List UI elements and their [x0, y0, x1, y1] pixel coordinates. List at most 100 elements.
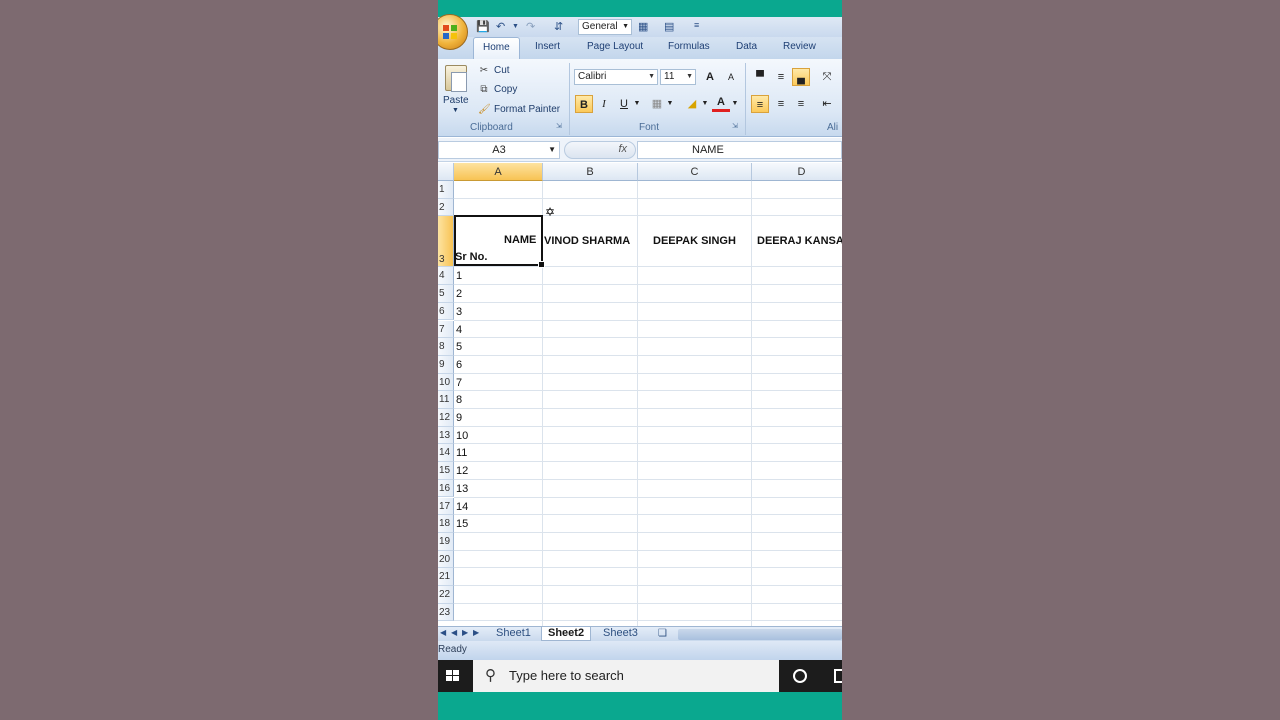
- cell-serial[interactable]: 7: [456, 377, 462, 389]
- cell-serial[interactable]: 14: [456, 501, 468, 513]
- cell-serial[interactable]: 5: [456, 341, 462, 353]
- font-color-dropdown-icon[interactable]: ▼: [731, 95, 739, 113]
- fill-color-icon[interactable]: ◢: [683, 95, 701, 113]
- cell-serial[interactable]: 2: [456, 288, 462, 300]
- worksheet-grid[interactable]: A B C D 1 2 3 4 5 6 7 8 9 10 11 12 13 14 15 16 17 18 19 20 2…: [438, 163, 842, 626]
- customize-qat-icon[interactable]: ≡: [694, 20, 699, 30]
- row-header-18[interactable]: 18: [438, 515, 454, 533]
- row-header-17[interactable]: 17: [438, 497, 454, 516]
- cell-serial[interactable]: 8: [456, 394, 462, 406]
- formula-input[interactable]: NAME: [637, 141, 842, 159]
- italic-button[interactable]: I: [595, 95, 613, 113]
- row-header-7[interactable]: 7: [438, 320, 454, 339]
- sort-icon[interactable]: ⇵: [554, 20, 563, 33]
- column-header-c[interactable]: C: [638, 163, 752, 181]
- bold-button[interactable]: B: [575, 95, 593, 113]
- undo-icon[interactable]: ↶: [496, 20, 505, 33]
- row-header-2[interactable]: 2: [438, 198, 454, 217]
- next-sheet-icon[interactable]: ▶: [462, 628, 468, 637]
- paste-button[interactable]: Paste: [443, 95, 469, 106]
- tab-page-layout[interactable]: Page Layout: [587, 41, 643, 52]
- row-header-23[interactable]: 23: [438, 603, 454, 622]
- align-bottom-icon[interactable]: ▄: [792, 68, 810, 86]
- insert-sheet-icon[interactable]: ❏: [652, 627, 673, 641]
- align-right-icon[interactable]: ≡: [792, 95, 810, 113]
- start-button[interactable]: [438, 660, 468, 692]
- row-header-11[interactable]: 11: [438, 391, 454, 409]
- save-icon[interactable]: 💾: [476, 20, 490, 33]
- borders-dropdown-icon[interactable]: ▼: [666, 95, 674, 113]
- sheet-tab-sheet3[interactable]: Sheet3: [597, 627, 644, 641]
- align-center-icon[interactable]: ≡: [772, 95, 790, 113]
- sheet-tab-sheet2[interactable]: Sheet2: [541, 627, 592, 641]
- row-header-1[interactable]: 1: [438, 181, 454, 199]
- redo-icon[interactable]: ↷: [526, 20, 535, 33]
- row-header-4[interactable]: 4: [438, 267, 454, 286]
- font-launcher-icon[interactable]: ⇲: [732, 122, 738, 130]
- cell-d3[interactable]: DEERAJ KANSAL: [757, 235, 842, 247]
- cell-serial[interactable]: 13: [456, 483, 468, 495]
- select-all-button[interactable]: [438, 163, 454, 181]
- cell-serial[interactable]: 1: [456, 270, 462, 282]
- row-header-19[interactable]: 19: [438, 532, 454, 551]
- font-name-combo[interactable]: Calibri ▼: [574, 69, 658, 85]
- row-header-9[interactable]: 9: [438, 355, 454, 374]
- cell-c3[interactable]: DEEPAK SINGH: [653, 235, 736, 247]
- grow-font-button[interactable]: A: [701, 68, 719, 86]
- borders-qat-icon[interactable]: ▦: [638, 20, 648, 33]
- undo-dropdown-icon[interactable]: ▼: [512, 23, 519, 30]
- cut-button[interactable]: ✂ Cut: [478, 65, 510, 76]
- row-header-10[interactable]: 10: [438, 373, 454, 392]
- first-sheet-icon[interactable]: ◀: [440, 628, 446, 637]
- cell-serial[interactable]: 4: [456, 324, 462, 336]
- prev-sheet-icon[interactable]: ◀: [451, 628, 457, 637]
- taskbar-search-box[interactable]: ⚲ Type here to search: [473, 660, 779, 692]
- paste-dropdown-icon[interactable]: ▼: [452, 107, 459, 114]
- align-middle-icon[interactable]: ≡: [772, 68, 790, 86]
- tab-formulas[interactable]: Formulas: [668, 41, 710, 52]
- format-painter-button[interactable]: 🖌 Format Painter: [478, 104, 560, 115]
- borders-icon[interactable]: ▦: [648, 95, 666, 113]
- row-header-20[interactable]: 20: [438, 550, 454, 569]
- row-header-5[interactable]: 5: [438, 285, 454, 303]
- active-cell-selection[interactable]: [454, 215, 545, 268]
- copy-button[interactable]: ⧉ Copy: [478, 84, 517, 95]
- underline-dropdown-icon[interactable]: ▼: [633, 95, 641, 113]
- row-header-16[interactable]: 16: [438, 479, 454, 498]
- number-format-combo[interactable]: General ▼: [578, 19, 632, 35]
- clipboard-launcher-icon[interactable]: ⇲: [556, 122, 562, 130]
- cortana-icon[interactable]: [793, 669, 807, 683]
- row-header-21[interactable]: 21: [438, 568, 454, 586]
- name-box[interactable]: A3 ▼: [438, 141, 560, 159]
- row-header-22[interactable]: 22: [438, 586, 454, 604]
- tab-review[interactable]: Review: [783, 41, 816, 52]
- cell-serial[interactable]: 3: [456, 306, 462, 318]
- cell-serial[interactable]: 6: [456, 359, 462, 371]
- column-header-b[interactable]: B: [543, 163, 638, 181]
- column-header-d[interactable]: D: [752, 163, 842, 181]
- font-size-combo[interactable]: 11 ▼: [660, 69, 696, 85]
- row-header-6[interactable]: 6: [438, 302, 454, 321]
- task-view-icon[interactable]: [834, 669, 842, 683]
- font-color-button[interactable]: A: [712, 95, 730, 112]
- fill-color-dropdown-icon[interactable]: ▼: [701, 95, 709, 113]
- cell-b3[interactable]: VINOD SHARMA: [544, 235, 630, 247]
- underline-button[interactable]: U: [615, 95, 633, 113]
- row-header-13[interactable]: 13: [438, 426, 454, 445]
- tab-home[interactable]: Home: [473, 37, 520, 59]
- row-header-14[interactable]: 14: [438, 444, 454, 463]
- cell-serial[interactable]: 11: [456, 447, 467, 459]
- column-header-a[interactable]: A: [454, 163, 543, 181]
- cell-serial[interactable]: 12: [456, 465, 468, 477]
- row-header-12[interactable]: 12: [438, 409, 454, 427]
- decrease-indent-icon[interactable]: ⇤: [818, 95, 836, 113]
- freeze-panes-icon[interactable]: ▤: [664, 20, 674, 33]
- tab-insert[interactable]: Insert: [535, 41, 560, 52]
- row-header-3[interactable]: 3: [438, 216, 454, 268]
- tab-data[interactable]: Data: [736, 41, 757, 52]
- align-top-icon[interactable]: ▀: [751, 68, 769, 86]
- last-sheet-icon[interactable]: ▶: [473, 628, 479, 637]
- cell-serial[interactable]: 10: [456, 430, 468, 442]
- align-left-icon[interactable]: ≡: [751, 95, 769, 113]
- shrink-font-button[interactable]: A: [722, 68, 740, 86]
